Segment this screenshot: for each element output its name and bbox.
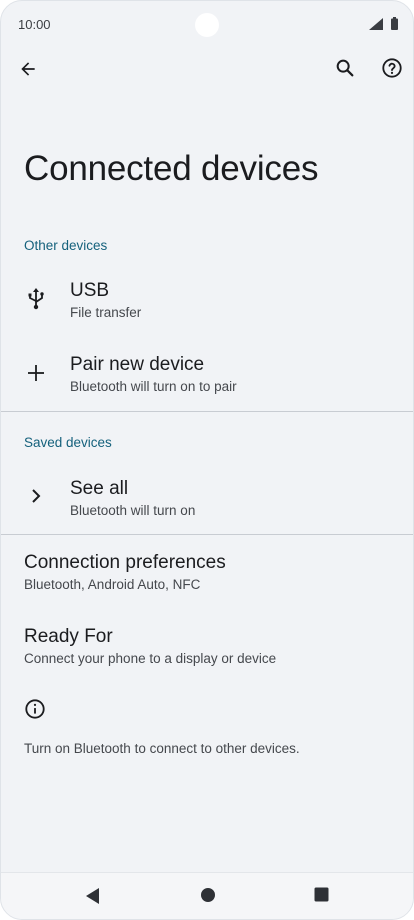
battery-icon <box>391 17 398 30</box>
navigation-bar <box>1 872 413 919</box>
nav-recents-button[interactable] <box>314 887 329 902</box>
divider <box>1 411 413 412</box>
help-button[interactable] <box>372 48 412 88</box>
nav-back-button[interactable] <box>85 887 101 905</box>
screen: 10:00 Connected devices Other devices US… <box>0 0 414 920</box>
usb-subtitle: File transfer <box>70 305 142 320</box>
camera-cutout <box>195 13 219 37</box>
pair-new-device-subtitle: Bluetooth will turn on to pair <box>70 379 237 394</box>
nav-home-button[interactable] <box>200 887 216 903</box>
back-button[interactable] <box>8 49 48 89</box>
signal-icon <box>369 18 383 30</box>
plus-icon <box>23 360 49 386</box>
page-title: Connected devices <box>24 149 319 188</box>
search-icon <box>336 59 354 77</box>
info-icon <box>24 698 46 725</box>
help-icon <box>382 58 402 78</box>
arrow-left-icon <box>21 62 35 76</box>
connection-preferences-subtitle: Bluetooth, Android Auto, NFC <box>24 577 201 592</box>
pair-new-device-title: Pair new device <box>70 354 205 375</box>
usb-title: USB <box>70 280 110 301</box>
section-header-other-devices: Other devices <box>24 238 108 253</box>
ready-for-subtitle: Connect your phone to a display or devic… <box>24 651 277 666</box>
footer-info-text: Turn on Bluetooth to connect to other de… <box>24 741 300 756</box>
ready-for-title: Ready For <box>24 626 113 647</box>
see-all-subtitle: Bluetooth will turn on <box>70 503 196 518</box>
search-button[interactable] <box>325 48 365 88</box>
connection-preferences-title: Connection preferences <box>24 552 226 573</box>
see-all-title: See all <box>70 478 129 499</box>
section-header-saved-devices: Saved devices <box>24 435 112 450</box>
status-time: 10:00 <box>18 17 51 32</box>
status-bar: 10:00 <box>1 1 413 49</box>
chevron-right-icon <box>23 483 49 509</box>
usb-icon <box>23 286 49 312</box>
divider <box>1 534 413 535</box>
app-bar <box>1 49 413 89</box>
